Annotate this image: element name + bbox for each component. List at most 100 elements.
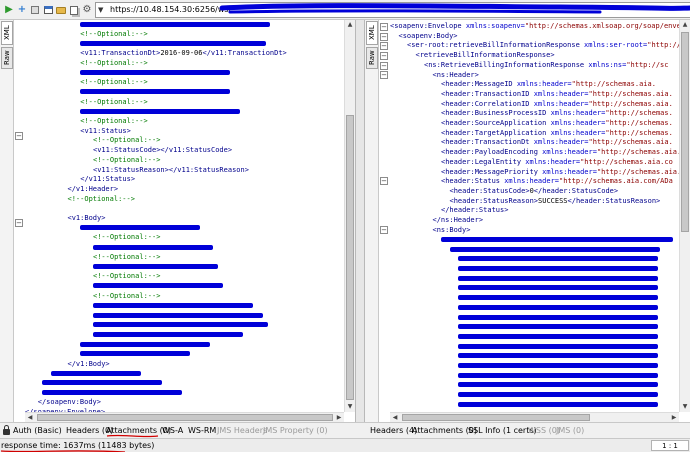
attachments-underline-annotation	[106, 434, 159, 438]
code-line: <header:LegalEntity xmlns:header="http:/…	[441, 158, 673, 168]
code-line: <header:CorrelationID xmlns:header="http…	[441, 100, 673, 110]
xml-token: "http://schemas.aia.com/ADa	[559, 177, 673, 186]
code-line: <!--Optional:-->	[93, 272, 160, 282]
tab-response-xml[interactable]: XML	[366, 21, 378, 45]
redacted-content	[458, 324, 658, 330]
fold-toggle-icon[interactable]: −	[380, 62, 388, 70]
xml-token: xmlns:header=	[542, 167, 597, 176]
code-line: <retrieveBillInformationResponse>	[416, 51, 555, 61]
scroll-down-icon[interactable]: ▼	[680, 402, 690, 412]
code-line	[458, 342, 658, 352]
code-line	[80, 340, 211, 350]
code-line: <!--Optional:-->	[93, 136, 160, 146]
redacted-content	[80, 21, 271, 27]
code-line	[458, 284, 658, 294]
scroll-thumb[interactable]	[37, 414, 333, 421]
fold-toggle-icon[interactable]: −	[380, 226, 388, 234]
code-line	[458, 400, 658, 410]
redacted-content	[458, 256, 658, 262]
xml-token: <!--Optional:-->	[80, 97, 148, 106]
xml-token: </ns:Header>	[432, 216, 484, 224]
fold-toggle-icon[interactable]: −	[380, 42, 388, 50]
xml-token: "http://schemas.	[605, 109, 673, 118]
pane-splitter[interactable]	[356, 20, 364, 422]
response-horizontal-scrollbar[interactable]: ◀ ▶	[390, 412, 679, 422]
response-xml-viewer[interactable]: <soapenv:Envelope xmlns:soapenv="http://…	[390, 22, 679, 414]
fold-toggle-icon[interactable]: −	[15, 132, 23, 140]
fold-toggle-icon[interactable]: −	[380, 33, 388, 41]
code-line	[93, 243, 213, 253]
code-line	[458, 294, 658, 304]
redacted-content	[93, 264, 218, 269]
redacted-content	[80, 341, 211, 347]
xml-token: <soapenv:Envelope	[390, 22, 466, 30]
code-line: <v11:StatusReason></v11:StatusReason>	[93, 166, 249, 176]
xml-token: SUCCESS	[538, 196, 568, 205]
fold-toggle-icon[interactable]: −	[380, 23, 388, 31]
code-line	[93, 263, 218, 273]
xml-token: </header:Status>	[441, 206, 509, 215]
code-line: <!--Optional:-->	[68, 195, 135, 205]
xml-token: <header:StatusReason>	[449, 196, 539, 205]
scroll-down-icon[interactable]: ▼	[345, 402, 355, 412]
response-view-tabs: XML Raw	[365, 20, 379, 422]
redacted-content	[80, 40, 267, 46]
redacted-content	[458, 392, 658, 398]
code-line	[42, 379, 162, 389]
code-line	[80, 88, 231, 98]
redacted-content	[458, 314, 658, 320]
xml-token: <header:TransactionID	[441, 89, 534, 98]
xml-token: </header:StatusReason>	[567, 196, 661, 205]
code-line: <soapenv:Body>	[399, 32, 458, 42]
scroll-thumb[interactable]	[402, 414, 590, 421]
tab-request-raw[interactable]: Raw	[1, 47, 13, 69]
request-xml-editor[interactable]: <!--Optional:--> <v11:TransactionDt>2016-…	[25, 20, 344, 412]
tab-request-xml[interactable]: XML	[1, 21, 13, 45]
request-horizontal-scrollbar[interactable]: ◀ ▶	[25, 412, 344, 422]
scroll-thumb[interactable]	[346, 115, 354, 400]
redacted-content	[458, 363, 658, 368]
xml-token: "http://schemas.aia.	[571, 80, 656, 89]
code-line: <ns:RetrieveBillingInformationResponse x…	[424, 61, 668, 71]
xml-token: "http://schemas.aia.	[588, 138, 673, 147]
code-line: <header:TargetApplication xmlns:header="…	[441, 129, 673, 139]
request-vertical-scrollbar[interactable]: ▲ ▼	[344, 20, 355, 412]
xml-token: <ns:RetrieveBillingInformationResponse	[424, 60, 589, 69]
fold-toggle-icon[interactable]: −	[380, 52, 388, 60]
xml-token: "http://sc	[626, 60, 669, 69]
scroll-thumb[interactable]	[681, 32, 689, 232]
underline-annotation	[0, 450, 126, 452]
response-vertical-scrollbar[interactable]: ▲ ▼	[679, 20, 690, 412]
code-line	[80, 107, 241, 117]
xml-token: <ns:Body>	[432, 225, 471, 234]
code-line: <header:Status xmlns:header="http://sche…	[441, 177, 673, 187]
xml-token: <header:LegalEntity	[441, 157, 526, 166]
code-line: <!--Optional:-->	[93, 253, 160, 263]
xml-token: "http://schemas.aia.	[596, 148, 679, 157]
code-line	[449, 245, 660, 255]
code-line	[93, 301, 253, 311]
fold-toggle-icon[interactable]: −	[380, 71, 388, 79]
code-line: <header:TransactionDt xmlns:header="http…	[441, 138, 673, 148]
fold-toggle-icon[interactable]: −	[380, 177, 388, 185]
cursor-position: 1 : 1	[651, 440, 689, 451]
request-fold-gutter: − −	[14, 20, 24, 422]
tab-response-raw[interactable]: Raw	[366, 47, 378, 69]
code-line: <header:TransactionID xmlns:header="http…	[441, 90, 673, 100]
xml-token: <!--Optional:-->	[80, 78, 148, 87]
url-redaction	[219, 3, 690, 14]
fold-toggle-icon[interactable]: −	[15, 219, 23, 227]
xml-token: <v11:Status>	[80, 126, 131, 135]
code-line	[458, 323, 658, 333]
redacted-content	[458, 285, 658, 291]
xml-token: <header:MessagePriority	[441, 167, 543, 176]
scroll-up-icon[interactable]: ▲	[680, 20, 690, 30]
code-line	[50, 369, 141, 379]
scroll-up-icon[interactable]: ▲	[345, 20, 355, 30]
xml-token: <header:SourceApplication	[441, 119, 551, 127]
code-line: </v1:Header>	[68, 185, 119, 195]
code-line: <v11:StatusCode></v11:StatusCode>	[93, 146, 232, 156]
redacted-content	[80, 351, 191, 357]
code-line	[93, 330, 243, 340]
code-line: <!--Optional:-->	[80, 30, 147, 40]
